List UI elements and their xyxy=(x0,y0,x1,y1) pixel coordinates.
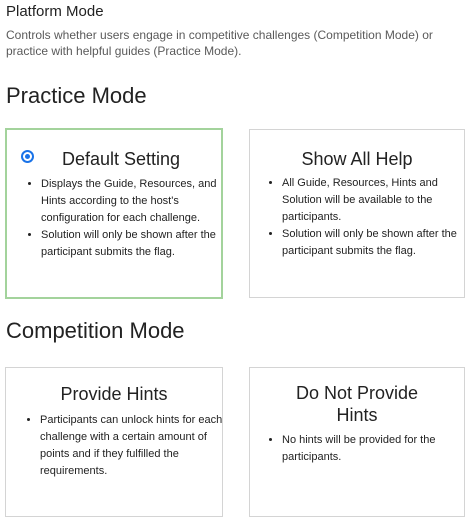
practice-mode-heading: Practice Mode xyxy=(6,83,147,108)
option-bullets: No hints will be provided for the partic… xyxy=(260,432,474,466)
platform-mode-settings: Platform Mode Controls whether users eng… xyxy=(0,0,475,521)
competition-mode-heading: Competition Mode xyxy=(6,318,185,343)
option-title: Default Setting xyxy=(61,149,181,169)
bullet-item: No hints will be provided for the partic… xyxy=(282,432,474,466)
option-show-all-help[interactable]: Show All Help All Guide, Resources, Hint… xyxy=(249,129,465,298)
option-title: Provide Hints xyxy=(60,384,168,404)
bullet-item: Solution will only be shown after the pa… xyxy=(41,227,229,261)
bullet-item: Displays the Guide, Resources, and Hints… xyxy=(41,176,229,227)
option-title: Do Not Provide Hints xyxy=(295,383,419,425)
setting-title: Platform Mode xyxy=(6,3,104,20)
option-default-setting[interactable]: Default Setting Displays the Guide, Reso… xyxy=(5,128,223,299)
option-bullets: All Guide, Resources, Hints and Solution… xyxy=(260,175,474,260)
bullet-item: All Guide, Resources, Hints and Solution… xyxy=(282,175,474,226)
bullet-item: Participants can unlock hints for each c… xyxy=(40,412,228,480)
bullet-item: Solution will only be shown after the pa… xyxy=(282,226,474,260)
option-bullets: Displays the Guide, Resources, and Hints… xyxy=(19,176,229,261)
option-bullets: Participants can unlock hints for each c… xyxy=(18,412,228,480)
setting-description: Controls whether users engage in competi… xyxy=(6,28,433,58)
option-provide-hints[interactable]: Provide Hints Participants can unlock hi… xyxy=(5,367,223,517)
option-title: Show All Help xyxy=(301,149,413,169)
option-do-not-provide-hints[interactable]: Do Not Provide Hints No hints will be pr… xyxy=(249,367,465,517)
